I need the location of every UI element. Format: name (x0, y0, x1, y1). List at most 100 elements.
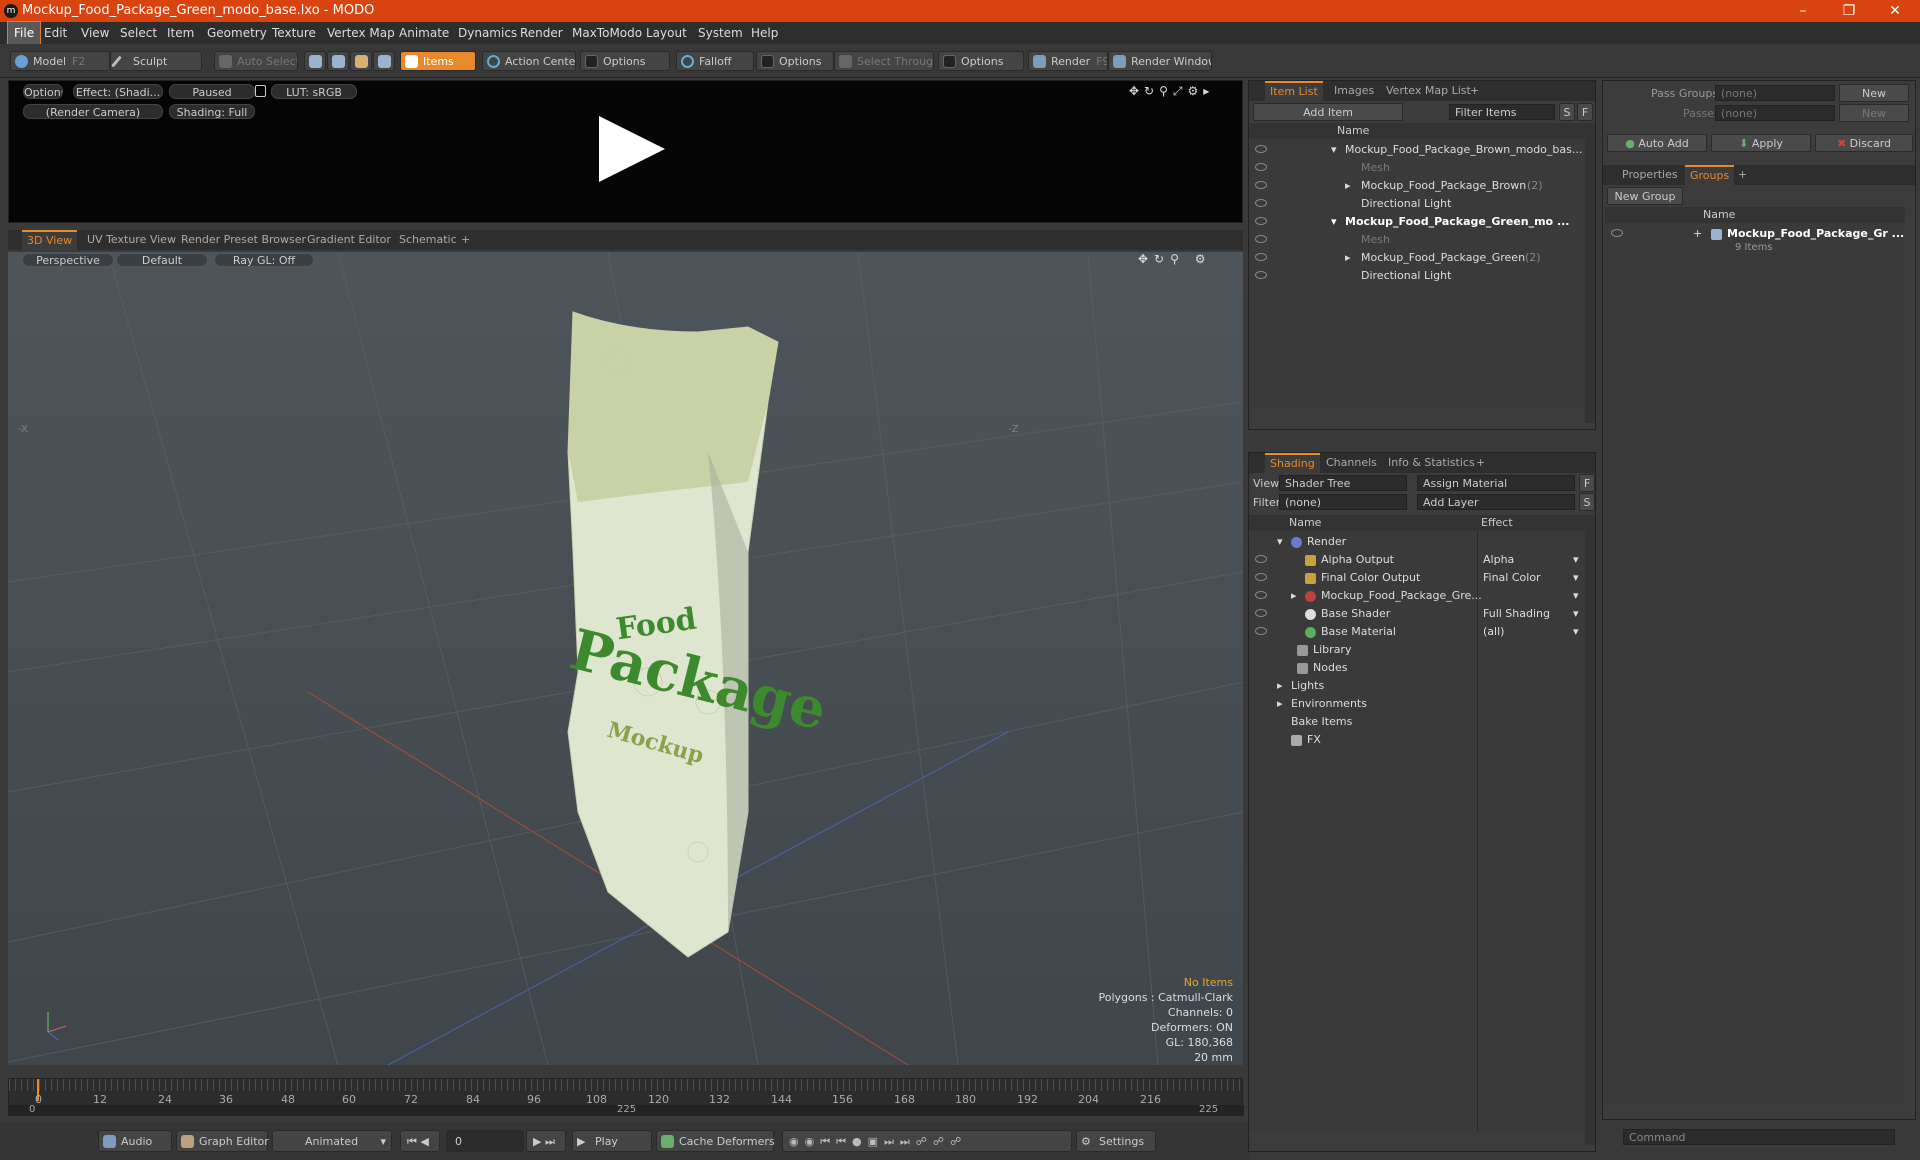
tab-uv-texture-view[interactable]: UV Texture View (82, 230, 181, 250)
chevron-down-icon[interactable]: ▾ (1573, 605, 1579, 623)
step-back-icon[interactable]: ◀ (420, 1135, 428, 1148)
menu-geometry[interactable]: Geometry (201, 22, 273, 44)
raygl-toggle[interactable]: Ray GL: Off (214, 253, 314, 267)
shading-scrollbar[interactable] (1585, 515, 1595, 1145)
audio-button[interactable]: Audio (98, 1130, 172, 1152)
list-item[interactable]: ▾ Mockup_Food_Package_Brown_modo_bas... (1249, 141, 1585, 159)
maximize-icon[interactable]: ❐ (1826, 0, 1872, 22)
shader-row[interactable]: FX (1249, 731, 1585, 749)
apply-button[interactable]: ⬇ Apply (1711, 134, 1811, 152)
item-list-s-button[interactable]: S (1559, 103, 1575, 121)
falloff-options-button[interactable]: Options (756, 51, 834, 71)
menu-view[interactable]: View (75, 22, 115, 44)
perspective-dropdown[interactable]: Perspective (22, 253, 114, 267)
menu-select[interactable]: Select (114, 22, 163, 44)
menu-texture[interactable]: Texture (266, 22, 322, 44)
menu-layout[interactable]: Layout (640, 22, 693, 44)
play-render-icon[interactable] (599, 116, 665, 182)
shader-row[interactable]: Base Material (all) ▾ (1249, 623, 1585, 641)
falloff-button[interactable]: Falloff (676, 51, 754, 71)
shader-row[interactable]: ▾ Render (1249, 533, 1585, 551)
lut-dropdown[interactable]: LUT: sRGB (271, 84, 357, 99)
chevron-down-icon[interactable]: ▾ (1573, 569, 1579, 587)
shader-row[interactable]: ▸ Environments (1249, 695, 1585, 713)
skip-to-start-icon[interactable]: ⏮ (407, 1135, 417, 1148)
shader-row-effect[interactable]: Full Shading (1483, 605, 1550, 623)
eye-icon[interactable] (1255, 181, 1267, 189)
tab-item-list[interactable]: Item List (1265, 81, 1323, 101)
select-through-options-button[interactable]: Options (938, 51, 1024, 71)
add-item-button[interactable]: Add Item (1253, 103, 1403, 121)
menu-maxtomodo[interactable]: MaxToModo (566, 22, 648, 44)
new-group-button[interactable]: New Group (1607, 187, 1683, 205)
close-icon[interactable]: ✕ (1872, 0, 1918, 22)
polygons-mode-button[interactable] (350, 51, 372, 71)
eye-icon[interactable] (1255, 163, 1267, 171)
select-through-button[interactable]: Select Through (834, 51, 934, 71)
cache-deformers-button[interactable]: Cache Deformers (656, 1130, 775, 1152)
shader-row[interactable]: ▸ Mockup_Food_Package_Gre... ▾ (1249, 587, 1585, 605)
discard-button[interactable]: ✖ Discard (1815, 134, 1913, 152)
eye-icon[interactable] (1255, 235, 1267, 243)
expand-arrow-icon[interactable]: ▸ (1345, 249, 1351, 267)
expand-arrow-icon[interactable]: ▸ (1345, 177, 1351, 195)
transport-end-buttons[interactable]: ▶ ⏭ (526, 1130, 566, 1152)
eye-icon[interactable] (1255, 145, 1267, 153)
shader-row-effect[interactable]: Alpha (1483, 551, 1514, 569)
menu-edit[interactable]: Edit (38, 22, 73, 44)
add-layer-dropdown[interactable]: Add Layer (1417, 494, 1575, 510)
menu-vertex-map[interactable]: Vertex Map (321, 22, 401, 44)
shader-row[interactable]: Library (1249, 641, 1585, 659)
tab-info-statistics[interactable]: Info & Statistics (1383, 453, 1480, 473)
menu-system[interactable]: System (692, 22, 749, 44)
eye-icon[interactable] (1255, 609, 1267, 617)
settings-button[interactable]: ⚙ Settings (1076, 1130, 1156, 1152)
materials-mode-button[interactable] (373, 51, 395, 71)
skip-to-end-icon[interactable]: ⏭ (545, 1135, 555, 1148)
add-tab-icon[interactable]: + (456, 230, 475, 250)
menu-render[interactable]: Render (514, 22, 569, 44)
vertices-mode-button[interactable] (304, 51, 326, 71)
items-mode-button[interactable]: Items (400, 51, 476, 71)
new-pass-button[interactable]: New (1839, 104, 1909, 122)
tab-render-preset-browser[interactable]: Render Preset Browser (176, 230, 311, 250)
list-item[interactable]: Mesh (1249, 231, 1585, 249)
graph-editor-button[interactable]: Graph Editor (176, 1130, 269, 1152)
item-list-scrollbar[interactable] (1585, 123, 1595, 423)
expand-arrow-icon[interactable]: ▾ (1331, 213, 1337, 231)
menu-dynamics[interactable]: Dynamics (452, 22, 523, 44)
chevron-down-icon[interactable]: ▾ (1573, 551, 1579, 569)
chevron-down-icon[interactable]: ▾ (1573, 587, 1579, 605)
transport-start-buttons[interactable]: ⏮ ◀ (400, 1130, 440, 1152)
shader-row[interactable]: Base Shader Full Shading ▾ (1249, 605, 1585, 623)
view-dropdown[interactable]: Shader Tree (1279, 475, 1407, 491)
eye-icon[interactable] (1255, 555, 1267, 563)
render-view-controls-icon[interactable]: ✥↻⚲⤢⚙▸ (1129, 84, 1239, 98)
expand-arrow-icon[interactable]: ▾ (1331, 141, 1337, 159)
render-options-button[interactable]: Options (23, 84, 63, 99)
tab-3d-view[interactable]: 3D View (22, 230, 78, 250)
list-item[interactable]: ▸ Mockup_Food_Package_Green (2) (1249, 249, 1585, 267)
filter-dropdown[interactable]: (none) (1279, 494, 1407, 510)
new-pass-group-button[interactable]: New (1839, 84, 1909, 102)
minimize-icon[interactable]: – (1780, 0, 1826, 22)
eye-icon[interactable] (1255, 253, 1267, 261)
shader-row[interactable]: Alpha Output Alpha ▾ (1249, 551, 1585, 569)
tab-channels[interactable]: Channels (1321, 453, 1382, 473)
shader-row[interactable]: ▸ Lights (1249, 677, 1585, 695)
eye-icon[interactable] (1255, 217, 1267, 225)
group-expand-icon[interactable]: + (1693, 225, 1702, 243)
tab-images[interactable]: Images (1329, 81, 1379, 101)
eye-icon[interactable] (1255, 573, 1267, 581)
menu-animate[interactable]: Animate (393, 22, 455, 44)
expand-arrow-icon[interactable]: ▸ (1277, 695, 1283, 713)
render-button[interactable]: RenderF9 (1028, 51, 1108, 71)
eye-icon[interactable] (1255, 591, 1267, 599)
eye-icon[interactable] (1255, 627, 1267, 635)
viewport-3d[interactable]: -X -Z Food Package Mockup Perspective De… (8, 252, 1243, 1065)
passes-dropdown[interactable]: (none) (1715, 105, 1835, 121)
item-list-f-button[interactable]: F (1577, 103, 1593, 121)
command-input[interactable]: Command (1623, 1129, 1895, 1145)
sculpt-mode-button[interactable]: Sculpt (110, 51, 202, 71)
auto-add-button[interactable]: ● Auto Add (1607, 134, 1707, 152)
